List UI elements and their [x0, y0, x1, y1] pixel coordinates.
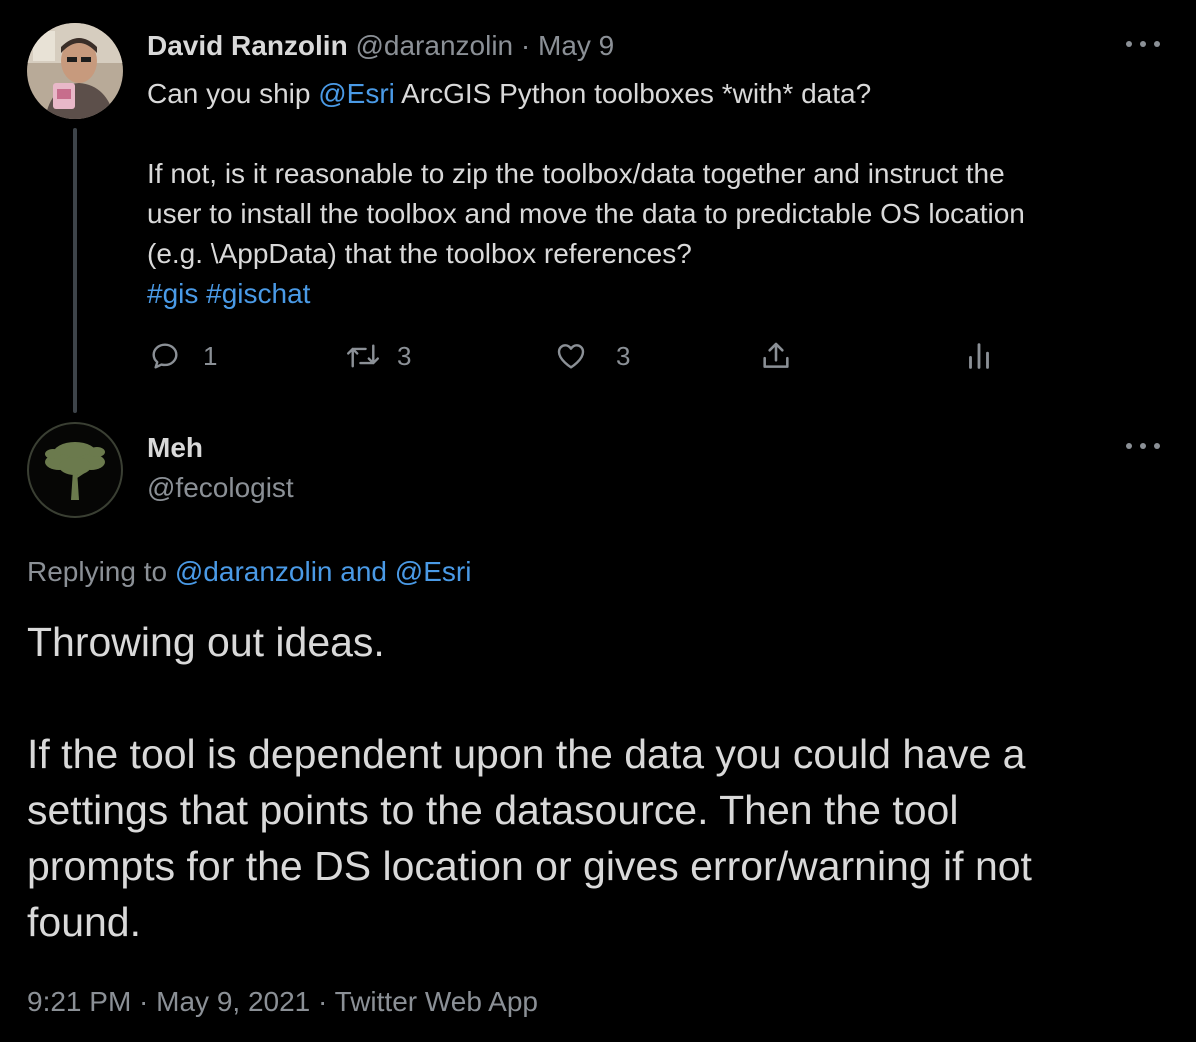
tree-icon — [45, 442, 105, 500]
share-button[interactable] — [759, 336, 793, 376]
reply-icon — [152, 343, 178, 369]
avatar-photo — [27, 23, 123, 119]
retweet-icon — [346, 344, 380, 368]
header-separator: · — [513, 30, 538, 61]
text-segment: ArcGIS Python toolboxes *with* data? — [394, 78, 872, 109]
text-line: Throwing out ideas. — [27, 619, 385, 665]
reply-author-handle[interactable]: @fecologist — [147, 470, 294, 506]
reply-author-name[interactable]: Meh — [147, 430, 203, 466]
hashtag-gis[interactable]: #gis — [147, 278, 198, 309]
reply-count: 1 — [203, 340, 218, 371]
replying-to: Replying to @daranzolin and @Esri — [27, 554, 471, 590]
like-button[interactable]: 3 — [554, 336, 630, 376]
hashtag-gischat[interactable]: #gischat — [206, 278, 310, 309]
text-line: (e.g. \AppData) that the toolbox referen… — [147, 238, 692, 269]
mention-link-esri[interactable]: @Esri — [318, 78, 395, 109]
parent-tweet-header: David Ranzolin @daranzolin · May 9 — [147, 28, 614, 64]
avatar-daranzolin[interactable] — [27, 23, 123, 119]
parent-tweet-text: Can you ship @Esri ArcGIS Python toolbox… — [147, 74, 1147, 314]
author-name[interactable]: David Ranzolin — [147, 30, 348, 61]
heart-icon — [557, 344, 585, 369]
retweet-button[interactable]: 3 — [345, 336, 411, 376]
text-line: user to install the toolbox and move the… — [147, 198, 1025, 229]
retweet-count: 3 — [397, 340, 412, 371]
text-line: settings that points to the datasource. … — [27, 787, 959, 833]
text-line: If the tool is dependent upon the data y… — [27, 731, 1026, 777]
text-line: If not, is it reasonable to zip the tool… — [147, 158, 1005, 189]
reply-tweet-text: Throwing out ideas. If the tool is depen… — [27, 614, 1167, 950]
more-icon[interactable] — [1126, 37, 1160, 51]
analytics-icon — [969, 343, 989, 369]
tweet-timestamp[interactable]: 9:21 PM · May 9, 2021 · Twitter Web App — [27, 984, 538, 1020]
text-line: found. — [27, 899, 141, 945]
share-icon — [763, 342, 789, 368]
author-handle[interactable]: @daranzolin — [355, 30, 513, 61]
tweet-date[interactable]: May 9 — [538, 30, 614, 61]
more-icon[interactable] — [1126, 439, 1160, 453]
reply-button[interactable]: 1 — [149, 336, 217, 376]
like-count: 3 — [616, 340, 631, 371]
thread-line — [73, 128, 77, 413]
replying-targets-link[interactable]: @daranzolin and @Esri — [175, 556, 472, 587]
text-segment: Can you ship — [147, 78, 319, 109]
replying-prefix: Replying to — [27, 556, 175, 587]
avatar-fecologist[interactable] — [27, 422, 123, 518]
text-line: prompts for the DS location or gives err… — [27, 843, 1032, 889]
analytics-button[interactable] — [964, 336, 994, 376]
